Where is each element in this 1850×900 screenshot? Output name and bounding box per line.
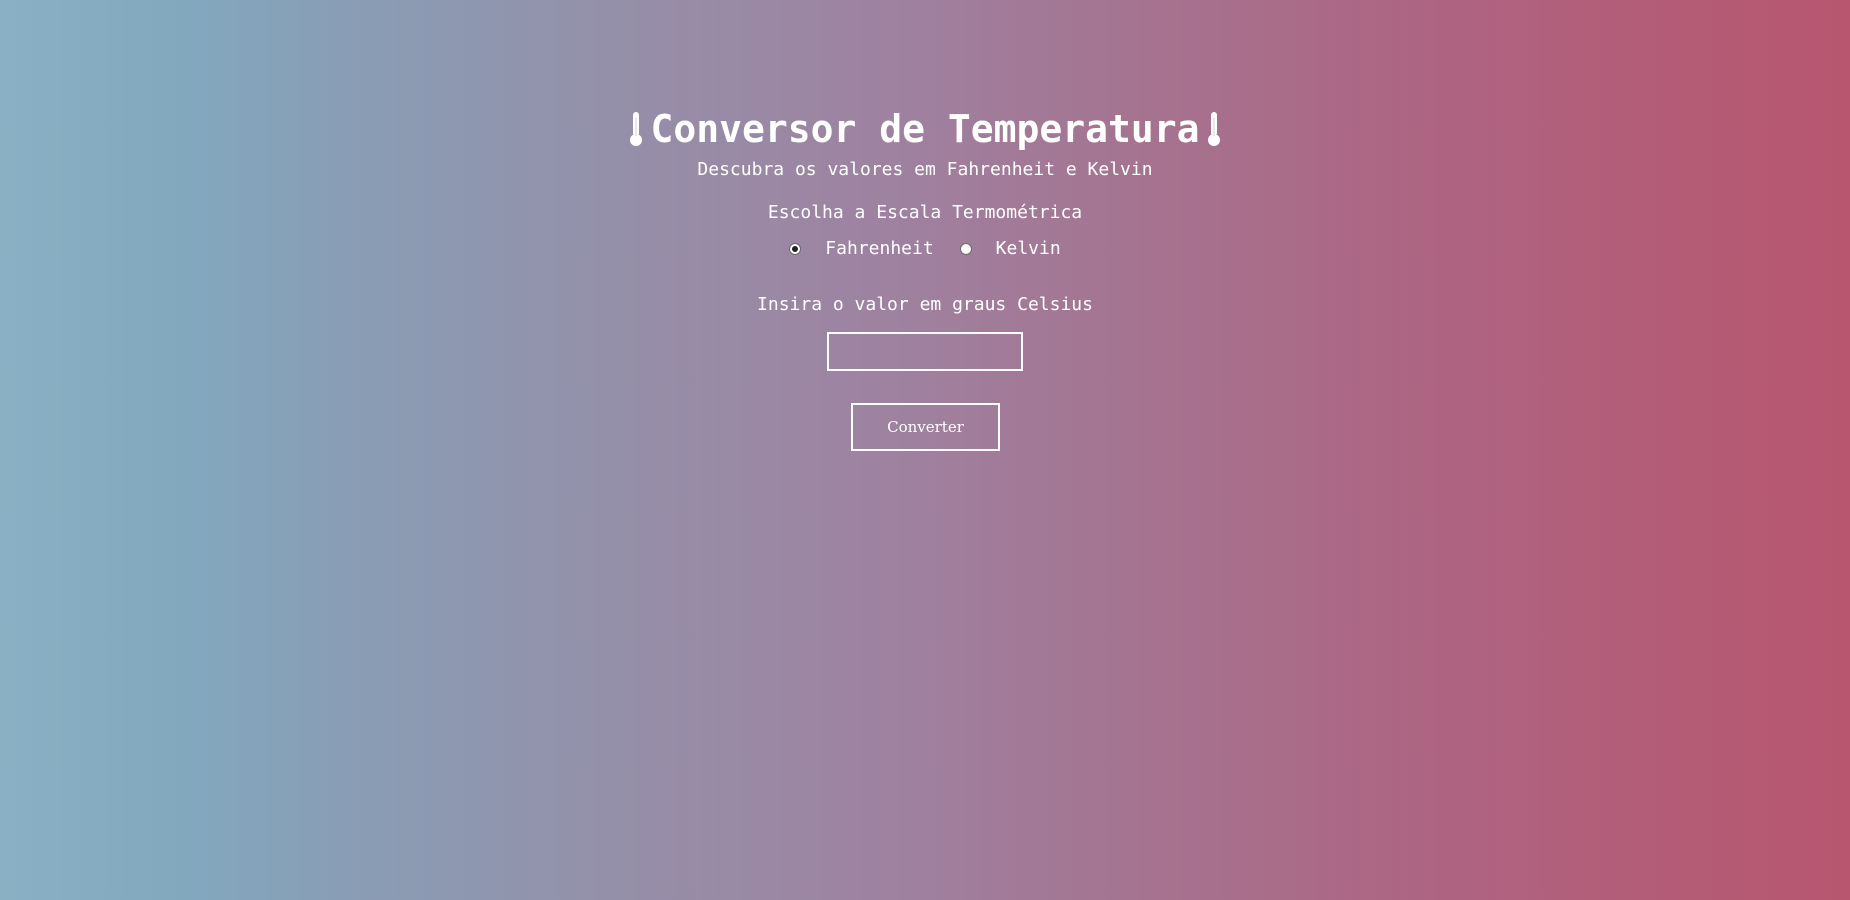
page-title: Conversor de Temperatura xyxy=(0,103,1850,155)
celsius-input-label: Insira o valor em graus Celsius xyxy=(757,294,1093,315)
radio-label-kelvin: Kelvin xyxy=(995,238,1061,259)
radio-label-fahrenheit: Fahrenheit xyxy=(825,238,934,259)
thermometer-icon xyxy=(1207,112,1220,146)
convert-button[interactable]: Converter xyxy=(851,403,1000,451)
radio-fahrenheit[interactable] xyxy=(789,243,802,255)
title-text: Conversor de Temperatura xyxy=(650,107,1200,151)
radio-option-kelvin[interactable]: Kelvin xyxy=(959,236,1061,262)
page-subtitle: Descubra os valores em Fahrenheit e Kelv… xyxy=(697,159,1153,180)
celsius-input[interactable] xyxy=(827,332,1023,371)
radio-kelvin[interactable] xyxy=(959,243,972,255)
scale-radio-group: Fahrenheit Kelvin xyxy=(0,236,1850,262)
scale-label: Escolha a Escala Termométrica xyxy=(767,202,1083,223)
radio-option-fahrenheit[interactable]: Fahrenheit xyxy=(789,236,934,262)
thermometer-icon xyxy=(630,112,643,146)
